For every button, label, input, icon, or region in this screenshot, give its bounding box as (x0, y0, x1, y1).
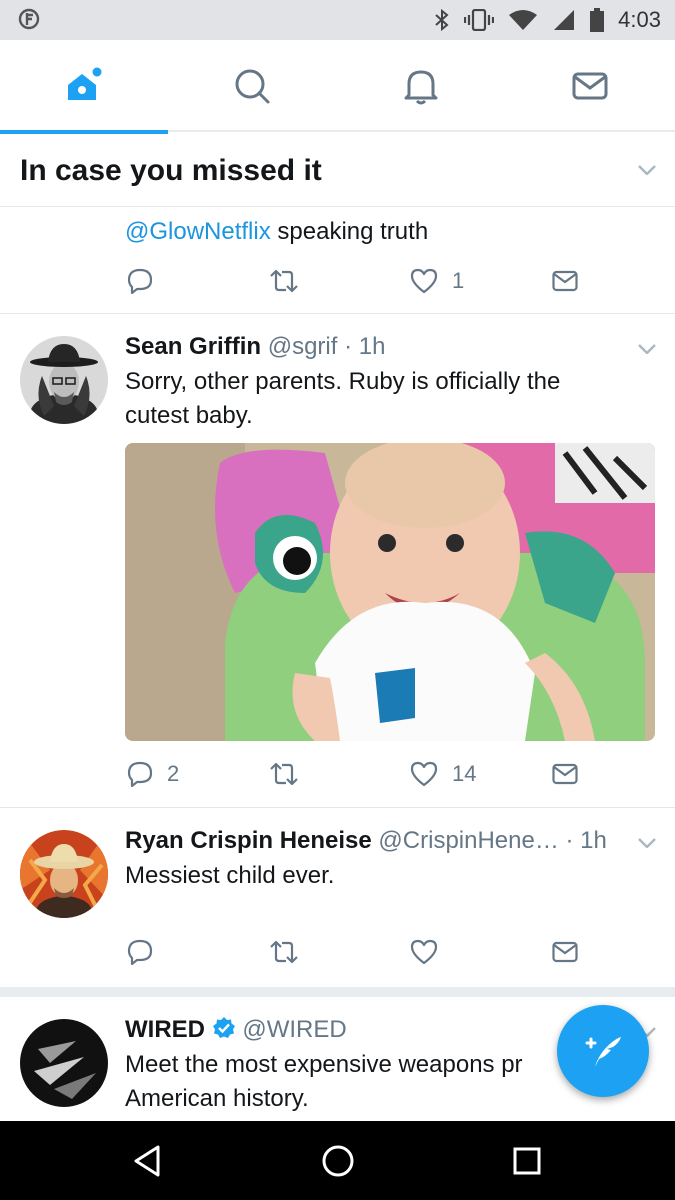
mention-link[interactable]: @GlowNetflix (125, 218, 271, 245)
recents-square-icon[interactable] (507, 1141, 547, 1181)
like-button[interactable]: 14 (410, 759, 476, 789)
chevron-down-icon[interactable] (638, 838, 656, 848)
avatar-image (20, 336, 108, 424)
reply-button[interactable] (127, 937, 167, 967)
display-name[interactable]: Sean Griffin (125, 333, 261, 360)
tab-messages[interactable] (506, 40, 674, 132)
dm-share-button[interactable] (552, 759, 578, 789)
mail-icon (552, 270, 578, 292)
tweet-header: Ryan Crispin Heneise @CrispinHene… · 1h (125, 827, 607, 855)
compose-feather-icon (585, 1037, 621, 1067)
retweet-button[interactable] (269, 759, 313, 789)
tweet-header: Sean Griffin @sgrif · 1h (125, 333, 385, 361)
status-bar: 4:03 (0, 0, 675, 40)
back-icon[interactable] (128, 1141, 168, 1181)
top-tab-bar (0, 40, 675, 134)
avatar-image (20, 830, 108, 918)
like-count: 14 (452, 761, 477, 786)
dm-share-button[interactable] (552, 937, 578, 967)
mail-icon (552, 763, 578, 785)
display-name[interactable]: WIRED (125, 1016, 205, 1043)
home-circle-icon[interactable] (318, 1141, 358, 1181)
tweet-time: · 1h (565, 827, 607, 854)
tweet-photo[interactable] (125, 443, 655, 741)
tweet-header: WIRED @WIRED (125, 1016, 347, 1044)
verified-badge-icon (212, 1017, 235, 1038)
user-handle[interactable]: @sgrif (268, 333, 338, 360)
bluetooth-icon (435, 8, 449, 32)
tweet-text: @GlowNetflix speaking truth (125, 218, 429, 245)
signal-icon (554, 10, 575, 30)
tab-notifications[interactable] (337, 40, 505, 132)
reply-count: 2 (167, 761, 180, 786)
heart-icon (410, 268, 438, 294)
chevron-down-icon[interactable] (638, 344, 656, 354)
app-notification-icon (18, 8, 40, 30)
section-title: In case you missed it (20, 154, 322, 187)
reply-icon (127, 268, 153, 294)
tweet-card[interactable]: Sean Griffin @sgrif · 1h Sorry, other pa… (0, 314, 675, 808)
heart-icon (410, 761, 438, 787)
tweet-time: · 1h (344, 333, 386, 360)
battery-icon (590, 8, 605, 32)
tweet-actions: 2 14 (125, 759, 595, 789)
user-handle[interactable]: @WIRED (242, 1016, 346, 1043)
reply-button[interactable]: 2 (127, 759, 179, 789)
tweet-text: Messiest child ever. (125, 862, 335, 889)
home-icon (68, 67, 102, 100)
avatar[interactable] (20, 336, 108, 424)
compose-tweet-button[interactable] (557, 1005, 649, 1097)
retweet-icon (270, 940, 298, 964)
section-header: In case you missed it (0, 134, 675, 207)
heart-icon (410, 939, 438, 965)
avatar[interactable] (20, 830, 108, 918)
retweet-button[interactable] (269, 266, 313, 296)
dm-share-button[interactable] (552, 266, 578, 296)
baby-photo (125, 443, 655, 741)
clock-time: 4:03 (618, 7, 661, 32)
like-count: 1 (452, 268, 465, 293)
retweet-icon (270, 762, 298, 786)
display-name[interactable]: Ryan Crispin Heneise (125, 827, 372, 854)
reply-button[interactable] (127, 266, 167, 296)
retweet-button[interactable] (269, 937, 313, 967)
wifi-icon (509, 10, 538, 30)
tweet-text: Sorry, other parents. Ruby is officially… (125, 368, 561, 429)
mail-icon (572, 72, 608, 100)
mail-icon (552, 941, 578, 963)
avatar[interactable] (20, 1019, 108, 1107)
tab-home[interactable] (0, 40, 168, 134)
like-button[interactable]: 1 (410, 266, 464, 296)
chevron-down-icon[interactable] (638, 165, 656, 175)
tab-search[interactable] (168, 40, 336, 132)
like-button[interactable] (410, 937, 452, 967)
bell-icon (404, 70, 438, 105)
search-icon (235, 69, 270, 104)
tweet-card[interactable]: @GlowNetflix speaking truth 1 (0, 207, 675, 314)
vibrate-icon (464, 9, 495, 31)
reply-icon (127, 939, 153, 965)
tweet-card[interactable]: Ryan Crispin Heneise @CrispinHene… · 1h … (0, 808, 675, 987)
android-nav-bar (0, 1121, 675, 1200)
reply-icon (127, 761, 153, 787)
tweet-actions (125, 937, 595, 967)
tweet-actions: 1 (125, 266, 595, 296)
retweet-icon (270, 269, 298, 293)
section-gap (0, 987, 675, 997)
user-handle[interactable]: @CrispinHene… (378, 827, 558, 854)
avatar-image (20, 1019, 108, 1107)
